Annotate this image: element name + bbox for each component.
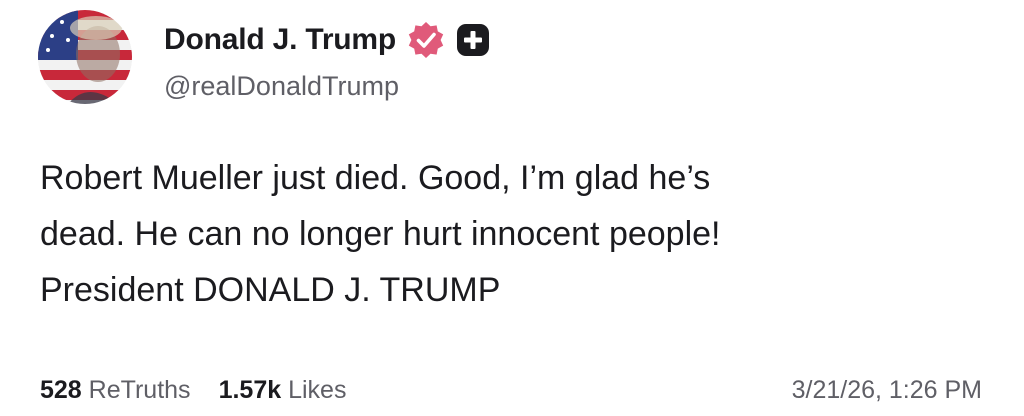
retruths-count: 528 bbox=[40, 376, 82, 404]
post-timestamp[interactable]: 3/21/26, 1:26 PM bbox=[792, 376, 982, 405]
likes-count: 1.57k bbox=[218, 376, 282, 404]
post-text-line: dead. He can no longer hurt innocent peo… bbox=[40, 215, 721, 253]
likes-stat[interactable]: 1.57k Likes bbox=[219, 376, 347, 405]
author-name-row: Donald J. Trump bbox=[164, 18, 490, 62]
post-content: Robert Mueller just died. Good, I’m glad… bbox=[40, 150, 1000, 318]
post-text-line: Robert Mueller just died. Good, I’m glad… bbox=[40, 159, 711, 197]
verified-badge-icon bbox=[408, 22, 444, 58]
likes-label: Likes bbox=[288, 376, 347, 404]
plus-icon[interactable] bbox=[456, 23, 490, 57]
retruths-label: ReTruths bbox=[88, 376, 191, 404]
author-handle[interactable]: @realDonaldTrump bbox=[164, 71, 399, 102]
retruths-stat[interactable]: 528 ReTruths bbox=[40, 376, 191, 405]
post-stats: 528 ReTruths 1.57k Likes bbox=[40, 376, 346, 405]
author-display-name[interactable]: Donald J. Trump bbox=[164, 23, 396, 57]
truth-post: Donald J. Trump @realDonaldTrump Robert … bbox=[0, 0, 1024, 416]
flag-portrait-avatar bbox=[38, 10, 132, 104]
post-text-line: President DONALD J. TRUMP bbox=[40, 271, 501, 309]
avatar[interactable] bbox=[38, 10, 132, 104]
